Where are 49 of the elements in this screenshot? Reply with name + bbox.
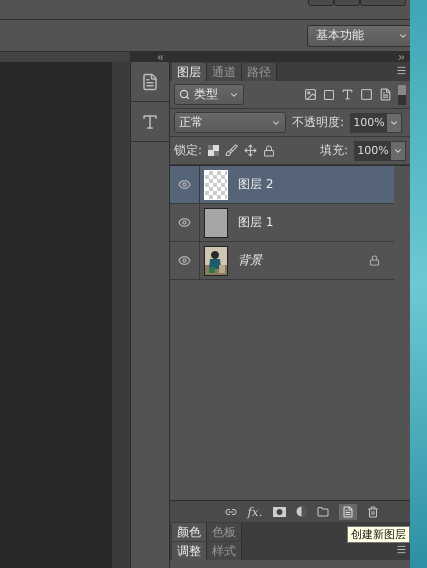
layer-row[interactable]: 图层 1 — [170, 204, 394, 242]
tooltip: 创建新图层 — [347, 526, 410, 543]
new-layer-button[interactable] — [338, 504, 357, 520]
panel-tab[interactable]: 调整 — [172, 542, 207, 560]
panel-tab[interactable]: 路径 — [242, 63, 277, 81]
layer-thumbnail — [204, 170, 228, 200]
eye-icon[interactable] — [178, 178, 191, 191]
layer-thumbnail — [204, 208, 228, 238]
panel-tab[interactable]: 样式 — [207, 542, 242, 560]
toggle-icon[interactable] — [398, 84, 406, 104]
move-icon[interactable] — [244, 144, 258, 157]
history-icon[interactable] — [141, 72, 159, 90]
eye-icon[interactable] — [178, 216, 191, 229]
filter-dropdown[interactable]: 类型 — [174, 84, 244, 105]
workspace-dropdown[interactable]: 基本功能 — [307, 24, 410, 46]
eye-icon[interactable] — [178, 254, 191, 267]
menu-icon[interactable] — [396, 65, 407, 76]
smart-object-icon[interactable] — [379, 88, 392, 101]
layer-name: 图层 1 — [238, 214, 274, 231]
search-icon — [179, 89, 190, 100]
folder-icon[interactable] — [316, 506, 329, 518]
panel-tab[interactable]: 颜色 — [172, 523, 207, 541]
image-icon[interactable] — [304, 88, 317, 101]
layer-name: 背景 — [238, 252, 264, 269]
character-icon[interactable] — [141, 112, 159, 130]
fill-field[interactable]: 100% — [354, 140, 406, 160]
layer-name: 图层 2 — [238, 176, 274, 193]
fx-button[interactable]: fx. — [247, 504, 263, 518]
text-icon[interactable] — [341, 88, 354, 101]
brush-icon[interactable] — [225, 144, 238, 157]
opacity-label: 不透明度: — [292, 114, 344, 131]
trash-icon[interactable] — [366, 506, 379, 518]
collapse-icon[interactable] — [156, 52, 165, 62]
mask-icon[interactable] — [272, 506, 286, 516]
panel-tab[interactable]: 色板 — [207, 523, 242, 541]
page-icon — [342, 506, 354, 518]
opacity-field[interactable]: 100% — [350, 112, 402, 132]
expand-icon[interactable] — [397, 52, 406, 62]
checker-icon[interactable] — [208, 145, 220, 156]
layer-row[interactable]: 图层 2 — [170, 166, 394, 204]
menu-icon[interactable] — [396, 544, 407, 555]
lock-label: 锁定: — [174, 142, 202, 159]
lock-icon[interactable] — [263, 144, 276, 156]
fill-label: 填充: — [320, 142, 348, 159]
blend-mode-dropdown[interactable]: 正常 — [174, 112, 286, 133]
panel-tab[interactable]: 图层 — [172, 63, 207, 81]
panel-tab[interactable]: 通道 — [207, 63, 242, 81]
layer-row[interactable]: 背景 — [170, 242, 394, 280]
shape-icon[interactable] — [360, 88, 373, 101]
